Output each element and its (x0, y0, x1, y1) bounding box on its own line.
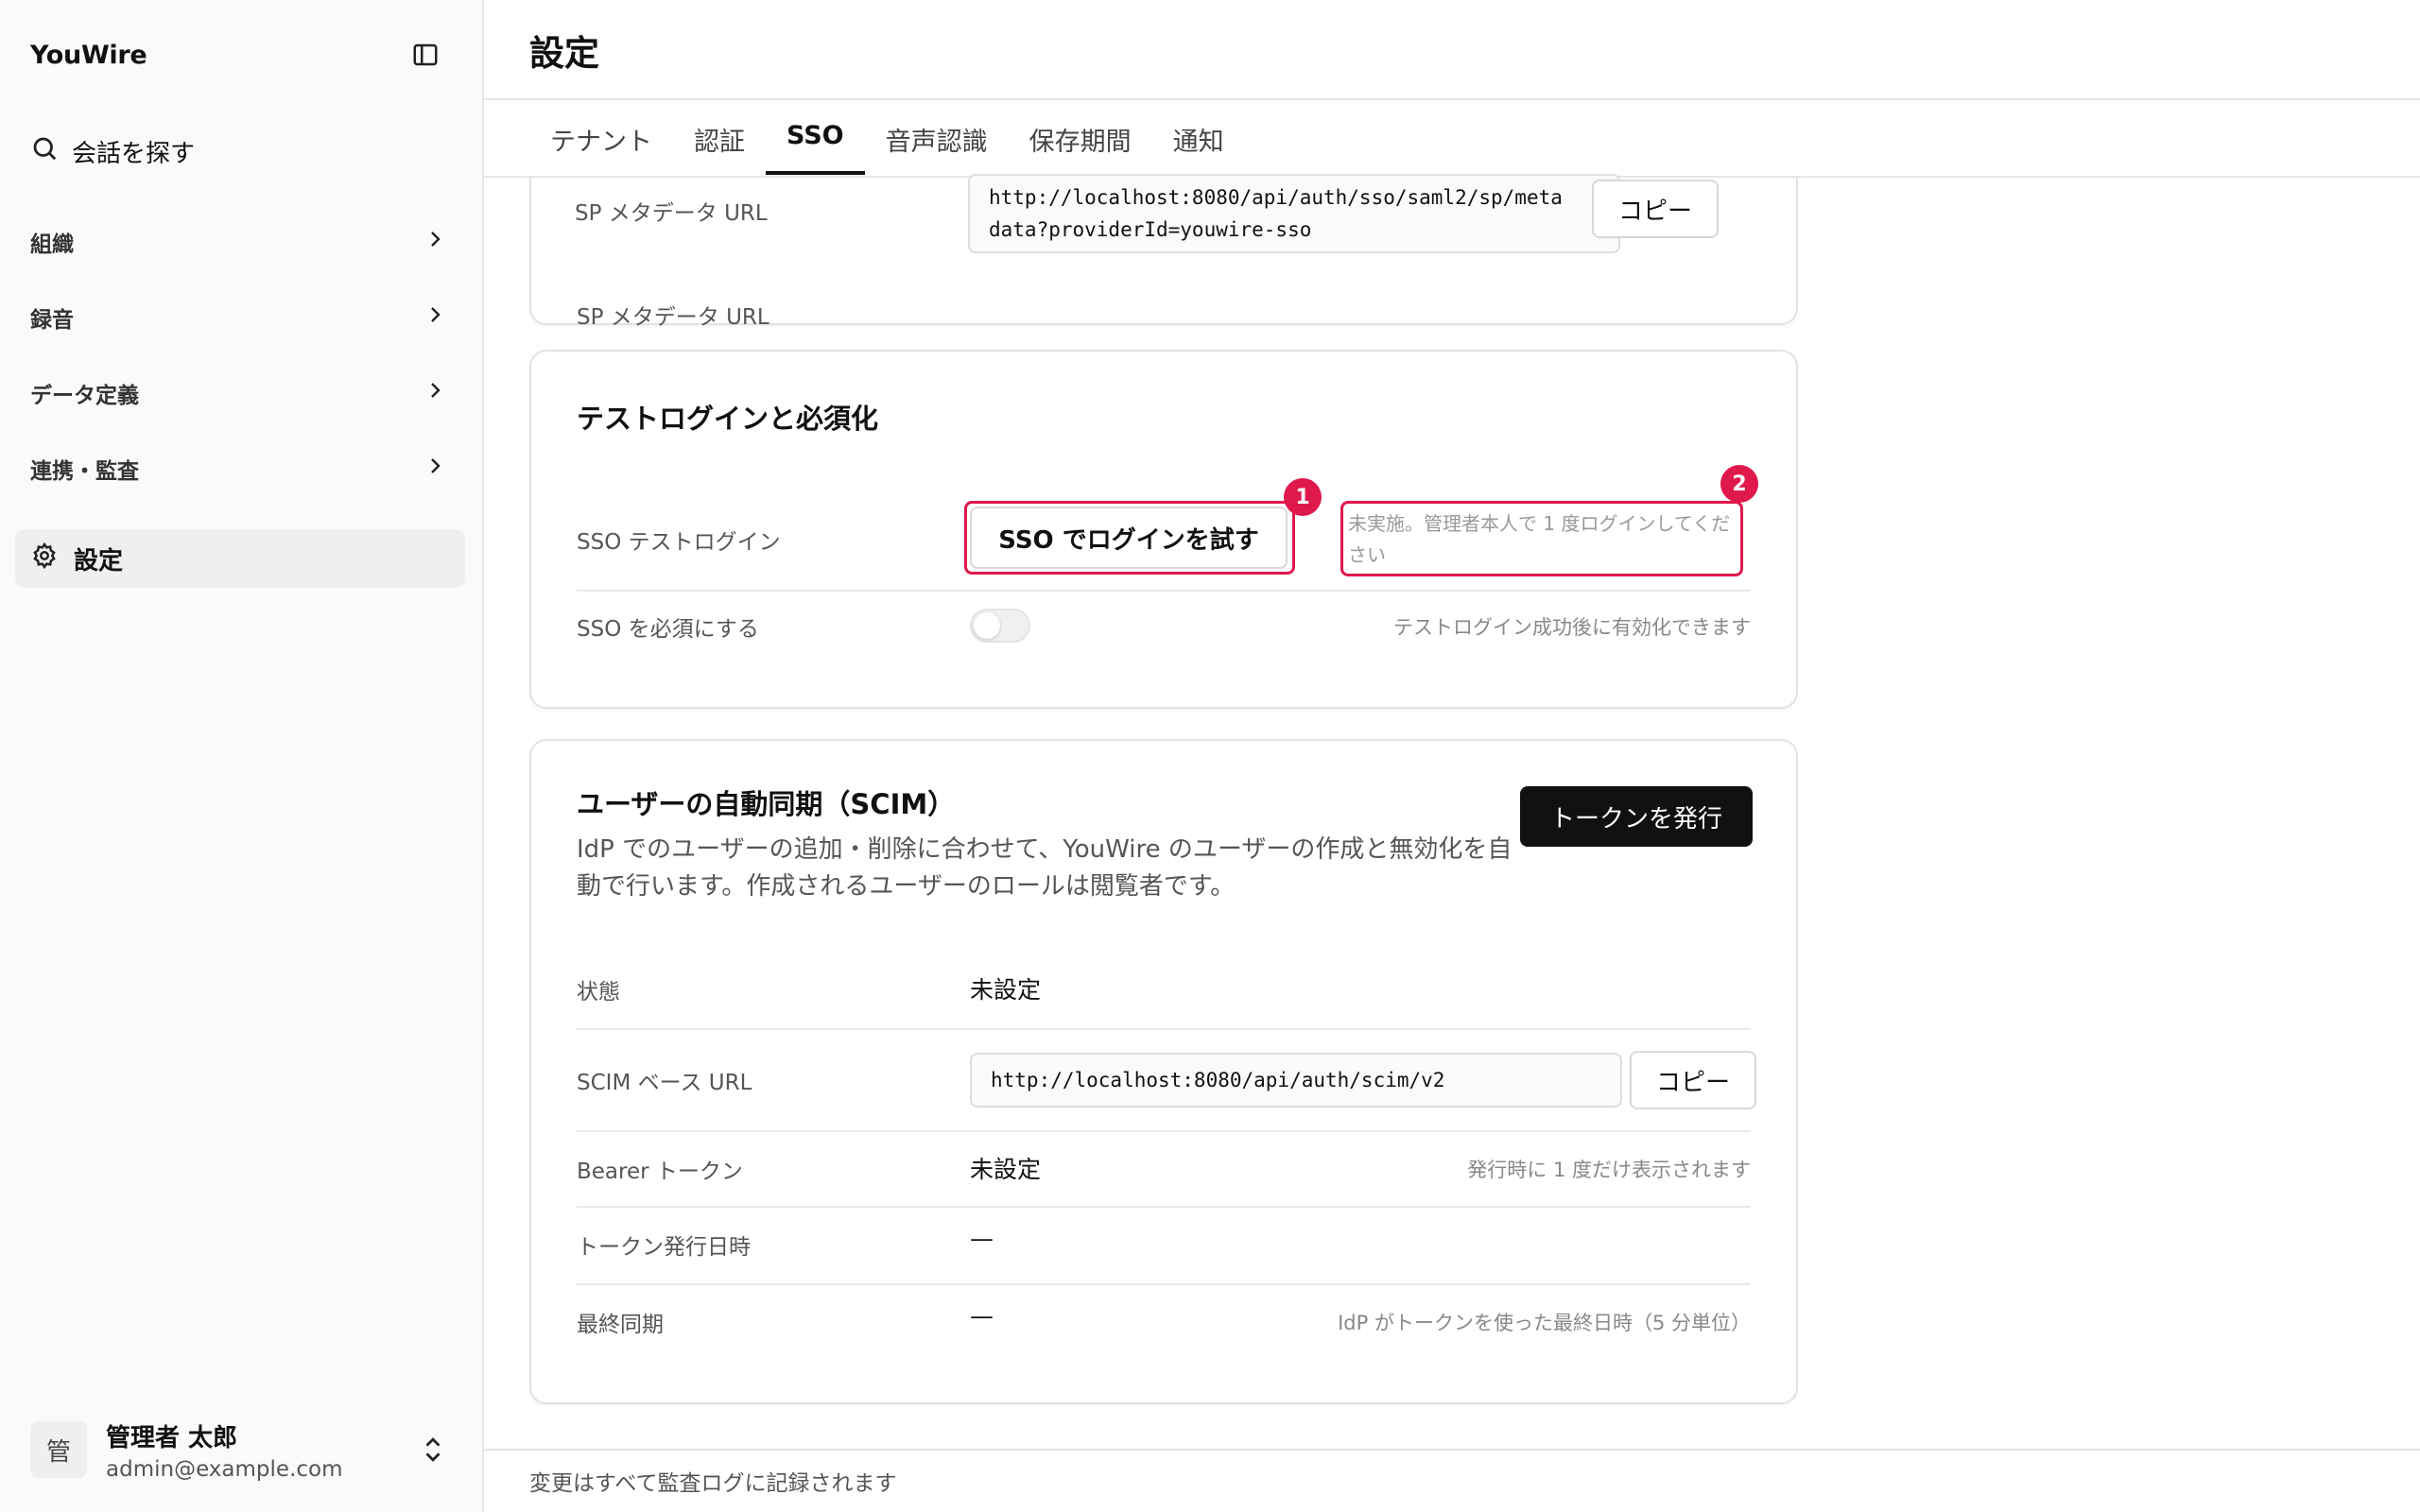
token-issued-label: トークン発行日時 (577, 1235, 751, 1260)
sidebar-item-label: 組織 (30, 232, 74, 257)
bearer-token-label: Bearer トークン (577, 1160, 743, 1184)
annotation-box-1 (964, 501, 1295, 575)
sidebar-item-label: 録音 (30, 308, 74, 333)
brand-logo: YouWire (30, 40, 147, 70)
sso-require-hint: テストログイン成功後に有効化できます (1393, 616, 1751, 639)
sidebar-item-data-definition[interactable]: データ定義 (30, 372, 446, 414)
tab-retention[interactable]: 保存期間 (1009, 119, 1152, 171)
app: YouWire 会話を探す 組織 録音 データ定義 連携・監査 設定 管 管理者… (0, 0, 2420, 1512)
copy-scim-url-button[interactable]: コピー (1630, 1051, 1756, 1109)
settings-tabs: テナント 認証 SSO 音声認識 保存期間 通知 (529, 119, 1245, 175)
bearer-token-value: 未設定 (970, 1156, 1042, 1183)
toggle-knob (974, 612, 1000, 639)
scim-status-label: 状態 (577, 980, 620, 1005)
scim-title: ユーザーの自動同期（SCIM） (577, 788, 956, 820)
search-conversations-button[interactable]: 会話を探す (30, 129, 195, 174)
row-divider (577, 1283, 1751, 1285)
chevron-right-icon (424, 303, 446, 332)
page-title: 設定 (529, 33, 599, 74)
row-divider (577, 1028, 1751, 1030)
chevron-right-icon (424, 379, 446, 407)
tab-speech-recognition[interactable]: 音声認識 (865, 119, 1009, 171)
sidebar: YouWire 会話を探す 組織 録音 データ定義 連携・監査 設定 管 管理者… (0, 0, 484, 1512)
annotation-box-2 (1340, 501, 1743, 576)
chevron-up-down-icon[interactable] (418, 1431, 448, 1469)
header-divider (484, 98, 2420, 100)
copy-sp-url-button[interactable]: コピー (1592, 180, 1719, 238)
tab-tenant[interactable]: テナント (529, 119, 673, 171)
annotation-badge-1: 1 (1284, 478, 1322, 516)
main-content: 設定 テナント 認証 SSO 音声認識 保存期間 通知 SP メタデータ URL… (484, 0, 2420, 1512)
bearer-token-hint: 発行時に 1 度だけ表示されます (1467, 1159, 1751, 1181)
sidebar-item-recordings[interactable]: 録音 (30, 297, 446, 338)
sp-metadata-url-line2: data?providerId=youwire-sso (989, 218, 1312, 241)
user-email: admin@example.com (106, 1456, 343, 1482)
sp-metadata-label: SP メタデータ URL (577, 305, 769, 329)
token-issued-value: — (970, 1225, 994, 1252)
row-divider (577, 590, 1751, 592)
annotation-badge-2: 2 (1720, 465, 1758, 503)
issue-token-button[interactable]: トークンを発行 (1520, 786, 1753, 847)
sidebar-item-integration-audit[interactable]: 連携・監査 (30, 448, 446, 490)
user-info: 管理者 太郎 admin@example.com (106, 1418, 418, 1482)
last-sync-hint: IdP がトークンを使った最終日時（5 分単位） (1338, 1312, 1751, 1334)
chevron-right-icon (424, 228, 446, 256)
footer-note: 変更はすべて監査ログに記録されます (529, 1471, 897, 1496)
brand-row: YouWire (30, 32, 442, 77)
scim-status-value: 未設定 (970, 976, 1042, 1004)
user-name: 管理者 太郎 (106, 1423, 238, 1452)
row-divider (577, 1206, 1751, 1208)
last-sync-label: 最終同期 (577, 1313, 664, 1337)
tab-sso[interactable]: SSO (766, 119, 865, 175)
gear-icon (30, 541, 59, 576)
user-menu[interactable]: 管 管理者 太郎 admin@example.com (30, 1416, 448, 1484)
sidebar-item-label: データ定義 (30, 384, 139, 408)
sidebar-item-settings[interactable]: 設定 (15, 529, 465, 588)
row-divider (577, 1130, 1751, 1132)
sidebar-item-label: 連携・監査 (30, 459, 139, 484)
last-sync-value: — (970, 1302, 994, 1330)
avatar: 管 (30, 1421, 87, 1478)
sso-test-login-label: SSO テストログイン (577, 530, 781, 555)
footer-divider (484, 1449, 2420, 1451)
scim-base-url-field[interactable]: http://localhost:8080/api/auth/scim/v2 (970, 1053, 1622, 1108)
tab-notifications[interactable]: 通知 (1152, 119, 1245, 171)
search-icon (30, 134, 59, 169)
sp-metadata-url-line1: http://localhost:8080/api/auth/sso/saml2… (989, 186, 1563, 209)
sp-metadata-url-label: SP メタデータ URL (575, 201, 768, 226)
test-login-card: テストログインと必須化 SSO テストログイン SSO でログインを試す 1 未… (529, 350, 1798, 709)
sp-metadata-url-field[interactable]: http://localhost:8080/api/auth/sso/saml2… (968, 174, 1620, 253)
sidebar-toggle-icon[interactable] (408, 38, 442, 72)
sso-require-toggle[interactable] (970, 609, 1030, 643)
scim-base-url-label: SCIM ベース URL (577, 1071, 752, 1095)
tab-auth[interactable]: 認証 (673, 119, 766, 171)
sidebar-item-label: 設定 (74, 546, 124, 576)
sidebar-item-organization[interactable]: 組織 (30, 221, 446, 263)
sso-require-label: SSO を必須にする (577, 617, 759, 642)
scim-card: ユーザーの自動同期（SCIM） IdP でのユーザーの追加・削除に合わせて、Yo… (529, 739, 1798, 1404)
scim-description: IdP でのユーザーの追加・削除に合わせて、YouWire のユーザーの作成と無… (577, 835, 1512, 901)
search-label: 会話を探す (72, 139, 196, 168)
test-login-title: テストログインと必須化 (577, 403, 879, 435)
chevron-right-icon (424, 455, 446, 483)
